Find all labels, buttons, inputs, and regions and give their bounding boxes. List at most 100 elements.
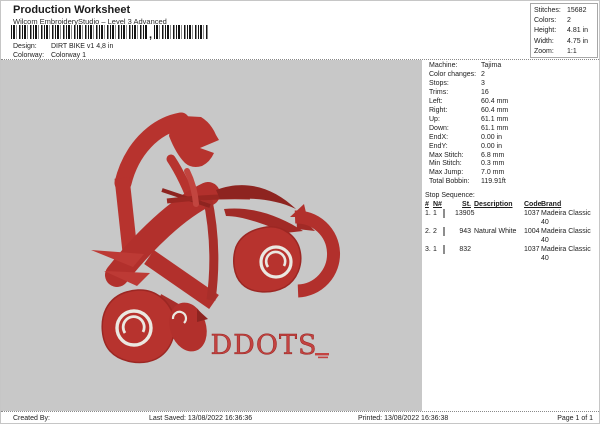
stats-value: 1:1: [567, 47, 577, 55]
thread-color-swatch: [443, 245, 445, 255]
colorway-row: Colorway: Colorway 1: [13, 52, 86, 60]
stop-sequence-row: 3. 1 832 1037 Madeira Classic 40: [425, 245, 599, 263]
thread-description: Natural White: [474, 228, 517, 236]
colorway-value: Colorway 1: [50, 52, 86, 59]
needle-num: 1: [433, 210, 437, 218]
stitch-count: 943: [459, 228, 471, 236]
col-header-code: Code: [524, 201, 542, 209]
machine-info-label: EndX:: [429, 133, 449, 141]
design-stats-box: Stitches: 15682 Colors: 2 Height: 4.81 i…: [530, 3, 598, 58]
needle-num: 2: [433, 228, 437, 236]
machine-info-value: 2: [481, 70, 485, 78]
machine-info-label: Max Jump:: [429, 169, 464, 177]
stats-value: 15682: [567, 7, 587, 14]
machine-info-row: Machine: Tajima: [429, 62, 599, 71]
ddots-underscore-2: [318, 356, 328, 359]
machine-info-row: Right: 60.4 mm: [429, 107, 599, 116]
stats-row: Height: 4.81 in: [534, 26, 597, 36]
stop-sequence-header-row: # N# St. Description Code Brand: [425, 200, 599, 209]
machine-info-row: Total Bobbin: 119.91ft: [429, 178, 599, 187]
worksheet-header: Production Worksheet Wilcom EmbroiderySt…: [1, 1, 599, 60]
machine-info-row: Color changes: 2: [429, 71, 599, 80]
machine-info-row: Min Stitch: 0.3 mm: [429, 160, 599, 169]
stats-row: Stitches: 15682: [534, 6, 597, 16]
machine-info-panel: Machine: Tajima Color changes: 2 Stops: …: [422, 60, 599, 411]
machine-info-label: Left:: [429, 97, 443, 105]
thread-color-swatch: [443, 227, 445, 237]
thread-brand: Madeira Classic 40: [541, 246, 591, 263]
stats-row: Zoom: 1:1: [534, 47, 597, 57]
machine-info-label: Max Stitch:: [429, 151, 464, 159]
machine-info-value: 60.4 mm: [481, 106, 509, 114]
stats-value: 4.75 in: [567, 37, 589, 45]
machine-info-value: 6.8 mm: [481, 151, 505, 159]
stop-num: 2.: [425, 228, 431, 236]
thread-code: 1004: [524, 228, 540, 236]
machine-info-label: Color changes:: [429, 70, 477, 78]
stats-value: 4.81 in: [567, 27, 589, 35]
col-header-st: St.: [462, 201, 471, 209]
rear-wheel: [101, 289, 176, 364]
machine-info-value: 0.3 mm: [481, 160, 505, 168]
machine-info-value: 119.91ft: [481, 178, 506, 186]
ddots-underscore: [315, 353, 329, 356]
machine-info-value: 61.1 mm: [481, 115, 509, 123]
printed-text: Printed: 13/08/2022 16:36:38: [358, 415, 449, 422]
design-row: Design: DIRT BIKE v1 4,8 in: [13, 43, 113, 51]
stitch-count: 832: [459, 246, 471, 254]
machine-info-row: Down: 61.1 mm: [429, 125, 599, 134]
machine-info-label: Down:: [429, 124, 449, 132]
thread-code: 1037: [524, 246, 540, 254]
machine-info-value: 3: [481, 79, 485, 87]
machine-info-label: Up:: [429, 115, 440, 123]
machine-info-row: Max Stitch: 6.8 mm: [429, 152, 599, 161]
created-by-label: Created By:: [13, 415, 50, 422]
page-title: Production Worksheet: [13, 4, 131, 16]
machine-info-label: EndY:: [429, 142, 448, 150]
machine-info-row: EndX: 0.00 in: [429, 134, 599, 143]
col-header-brand: Brand: [541, 201, 562, 209]
machine-info-row: Stops: 3: [429, 80, 599, 89]
stats-row: Width: 4.75 in: [534, 37, 597, 47]
stats-value: 2: [567, 17, 571, 25]
machine-info-row: EndY: 0.00 in: [429, 143, 599, 152]
machine-info-label: Total Bobbin:: [429, 178, 470, 186]
machine-info-value: 16: [481, 88, 489, 96]
col-header-n: N#: [433, 201, 442, 209]
thread-description: [471, 245, 523, 263]
ddots-text: DDOTS: [211, 330, 318, 361]
design-label: Design:: [13, 43, 37, 50]
stop-num: 1.: [425, 210, 431, 218]
stop-sequence-row: 2. 2 943 Natural White 1004 Madeira Clas…: [425, 227, 599, 245]
stats-label: Zoom:: [534, 47, 554, 55]
machine-info-row: Left: 60.4 mm: [429, 98, 599, 107]
barcode-group-1: [11, 25, 147, 39]
last-saved-text: Last Saved: 13/08/2022 16:36:36: [149, 415, 253, 422]
needle-num: 1: [433, 246, 437, 254]
stats-label: Stitches:: [534, 7, 561, 14]
machine-info-label: Min Stitch:: [429, 160, 462, 168]
machine-info-list: Machine: Tajima Color changes: 2 Stops: …: [425, 62, 599, 187]
production-worksheet-page: Production Worksheet Wilcom EmbroiderySt…: [0, 0, 600, 424]
stop-sequence-title: Stop Sequence:: [425, 192, 475, 200]
barcode: ,: [11, 25, 209, 41]
machine-info-value: 60.4 mm: [481, 97, 509, 105]
stop-num: 3.: [425, 246, 431, 254]
thread-brand: Madeira Classic 40: [541, 228, 591, 245]
page-number: Page 1 of 1: [557, 415, 593, 422]
design-preview-area: DDOTS: [1, 60, 422, 411]
stats-label: Width:: [534, 37, 554, 45]
machine-info-row: Max Jump: 7.0 mm: [429, 169, 599, 178]
machine-info-row: Trims: 16: [429, 89, 599, 98]
thread-brand: Madeira Classic 40: [541, 210, 591, 227]
design-canvas: DDOTS: [1, 60, 422, 411]
machine-info-row: Up: 61.1 mm: [429, 116, 599, 125]
machine-info-value: 0.00 in: [481, 133, 503, 141]
thread-description: [471, 209, 523, 227]
machine-info-value: 7.0 mm: [481, 169, 505, 177]
machine-info-value: 61.1 mm: [481, 124, 509, 132]
thread-color-swatch: [443, 209, 445, 219]
machine-info-label: Stops:: [429, 79, 449, 87]
machine-info-label: Right:: [429, 106, 448, 114]
stop-sequence-row: 1. 1 13905 1037 Madeira Classic 40: [425, 209, 599, 227]
